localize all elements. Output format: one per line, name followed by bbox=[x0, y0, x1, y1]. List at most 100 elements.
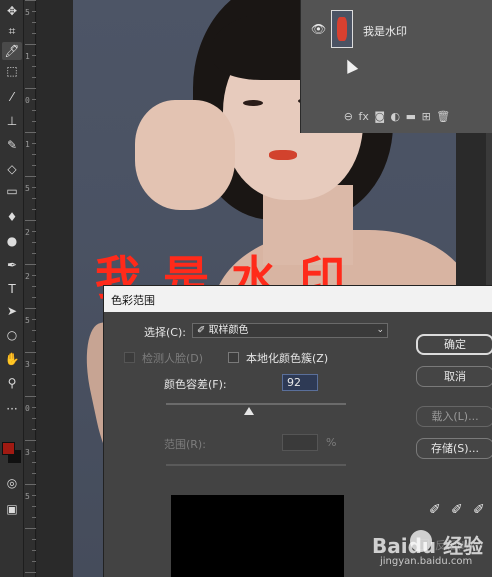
dodge-icon[interactable]: ● bbox=[2, 232, 22, 250]
foreground-color-swatch[interactable] bbox=[2, 442, 15, 455]
history-brush-icon[interactable]: ✎ bbox=[2, 136, 22, 154]
ruler-tick bbox=[32, 11, 36, 12]
ruler-tick bbox=[25, 44, 36, 45]
range-slider-track[interactable] bbox=[166, 464, 346, 466]
detect-faces-checkbox[interactable] bbox=[124, 352, 135, 363]
localized-clusters-checkbox[interactable] bbox=[228, 352, 239, 363]
adjustment-icon[interactable]: ◐ bbox=[391, 110, 401, 123]
ruler-tick bbox=[25, 132, 36, 133]
ruler-label: 2 bbox=[25, 228, 30, 237]
ruler-tick bbox=[32, 209, 36, 210]
ruler-tick bbox=[25, 484, 36, 485]
eyedropper-icon[interactable]: 🖊 bbox=[2, 42, 22, 60]
hand-icon[interactable]: ✋ bbox=[2, 350, 22, 368]
ruler-tick bbox=[32, 187, 36, 188]
ruler-tick bbox=[32, 198, 36, 199]
ruler-tick bbox=[32, 242, 36, 243]
visibility-eye-icon[interactable]: 👁 bbox=[311, 22, 326, 36]
ruler-tick bbox=[32, 33, 36, 34]
eyedropper-plus-icon[interactable]: ✐ bbox=[451, 502, 463, 518]
eyedropper-icon-sample[interactable]: ✐ bbox=[429, 502, 441, 518]
move-icon[interactable]: ✥ bbox=[2, 2, 22, 20]
select-dropdown[interactable]: ✐ 取样颜色 ⌄ bbox=[192, 323, 388, 338]
ruler-label: 0 bbox=[25, 96, 30, 105]
panel-scrollbar[interactable] bbox=[486, 133, 492, 285]
new-layer-icon[interactable]: ⊞ bbox=[422, 110, 431, 123]
fuzziness-slider-track[interactable] bbox=[166, 403, 346, 405]
stamp-icon[interactable]: ⊥ bbox=[2, 112, 22, 130]
zoom-icon[interactable]: ⚲ bbox=[2, 374, 22, 392]
ruler-label: 0 bbox=[25, 404, 30, 413]
mask-icon[interactable]: ◙ bbox=[374, 110, 385, 123]
ruler-tick bbox=[32, 506, 36, 507]
range-unit: % bbox=[326, 436, 337, 449]
ruler-tick bbox=[32, 275, 36, 276]
vertical-ruler: 5 1 0 1 5 2 2 5 3 0 3 5 bbox=[24, 0, 36, 577]
ruler-tick bbox=[32, 143, 36, 144]
ruler-tick bbox=[32, 495, 36, 496]
layer-name: 我是水印 bbox=[363, 25, 407, 38]
detect-faces-label: 检测人脸(D) bbox=[142, 352, 204, 365]
quick-mask-icon[interactable]: ◎ bbox=[2, 474, 22, 492]
crop-icon[interactable]: ⌗ bbox=[2, 22, 22, 40]
range-input[interactable] bbox=[282, 434, 318, 451]
cancel-button[interactable]: 取消 bbox=[416, 366, 492, 387]
type-icon[interactable]: T bbox=[2, 280, 22, 298]
ruler-tick bbox=[32, 110, 36, 111]
range-label: 范围(R): bbox=[164, 438, 206, 451]
ruler-tick bbox=[32, 154, 36, 155]
photo-eye-left bbox=[243, 100, 263, 106]
link-icon[interactable]: ⊖ bbox=[344, 110, 353, 123]
ruler-tick bbox=[32, 363, 36, 364]
ruler-tick bbox=[32, 22, 36, 23]
ruler-tick bbox=[32, 550, 36, 551]
load-button[interactable]: 载入(L)... bbox=[416, 406, 492, 427]
pen-icon[interactable]: ✒ bbox=[2, 256, 22, 274]
ruler-label: 3 bbox=[25, 448, 30, 457]
dialog-titlebar[interactable]: 色彩范围 bbox=[104, 286, 492, 312]
layer-row[interactable]: 👁 我是水印 bbox=[301, 0, 492, 60]
gradient-icon[interactable]: ▭ bbox=[2, 182, 22, 200]
ok-button[interactable]: 确定 bbox=[416, 334, 492, 355]
marquee-icon[interactable]: ⬚ bbox=[2, 62, 22, 80]
dialog-title: 色彩范围 bbox=[111, 294, 155, 307]
eyedropper-minus-icon[interactable]: ✐ bbox=[473, 502, 485, 518]
ruler-tick bbox=[32, 341, 36, 342]
blur-icon[interactable]: ♦ bbox=[2, 208, 22, 226]
ruler-tick bbox=[32, 451, 36, 452]
folder-icon[interactable]: ▬ bbox=[406, 110, 416, 123]
ruler-label: 5 bbox=[25, 8, 30, 17]
ruler-tick bbox=[32, 319, 36, 320]
ruler-label: 5 bbox=[25, 316, 30, 325]
ruler-tick bbox=[25, 308, 36, 309]
path-select-icon[interactable]: ➤ bbox=[2, 302, 22, 320]
ruler-tick bbox=[25, 264, 36, 265]
selection-preview[interactable] bbox=[171, 495, 344, 577]
ruler-label: 5 bbox=[25, 492, 30, 501]
fuzziness-input[interactable]: 92 bbox=[282, 374, 318, 391]
eraser-icon[interactable]: ◇ bbox=[2, 160, 22, 178]
ruler-tick bbox=[32, 253, 36, 254]
ruler-tick bbox=[32, 462, 36, 463]
more-icon[interactable]: ··· bbox=[2, 400, 22, 418]
ellipse-icon[interactable]: ○ bbox=[2, 326, 22, 344]
screen-mode-icon[interactable]: ▣ bbox=[2, 500, 22, 518]
ruler-label: 3 bbox=[25, 360, 30, 369]
select-value: 取样颜色 bbox=[208, 325, 249, 336]
ruler-tick bbox=[32, 77, 36, 78]
trash-icon[interactable]: 🗑 bbox=[436, 110, 450, 123]
brush-icon[interactable]: ⁄ bbox=[2, 88, 22, 106]
ruler-tick bbox=[25, 440, 36, 441]
layer-thumbnail bbox=[331, 10, 353, 48]
ruler-tick bbox=[32, 99, 36, 100]
ruler-tick bbox=[25, 220, 36, 221]
chevron-down-icon: ⌄ bbox=[376, 325, 384, 335]
site-watermark-url: jingyan.baidu.com bbox=[380, 556, 473, 567]
ruler-tick bbox=[32, 407, 36, 408]
save-button[interactable]: 存储(S)... bbox=[416, 438, 492, 459]
ruler-label: 5 bbox=[25, 184, 30, 193]
ruler-tick bbox=[32, 473, 36, 474]
ruler-tick bbox=[25, 88, 36, 89]
fuzziness-slider-thumb[interactable] bbox=[244, 407, 254, 415]
fx-icon[interactable]: fx bbox=[358, 110, 368, 123]
